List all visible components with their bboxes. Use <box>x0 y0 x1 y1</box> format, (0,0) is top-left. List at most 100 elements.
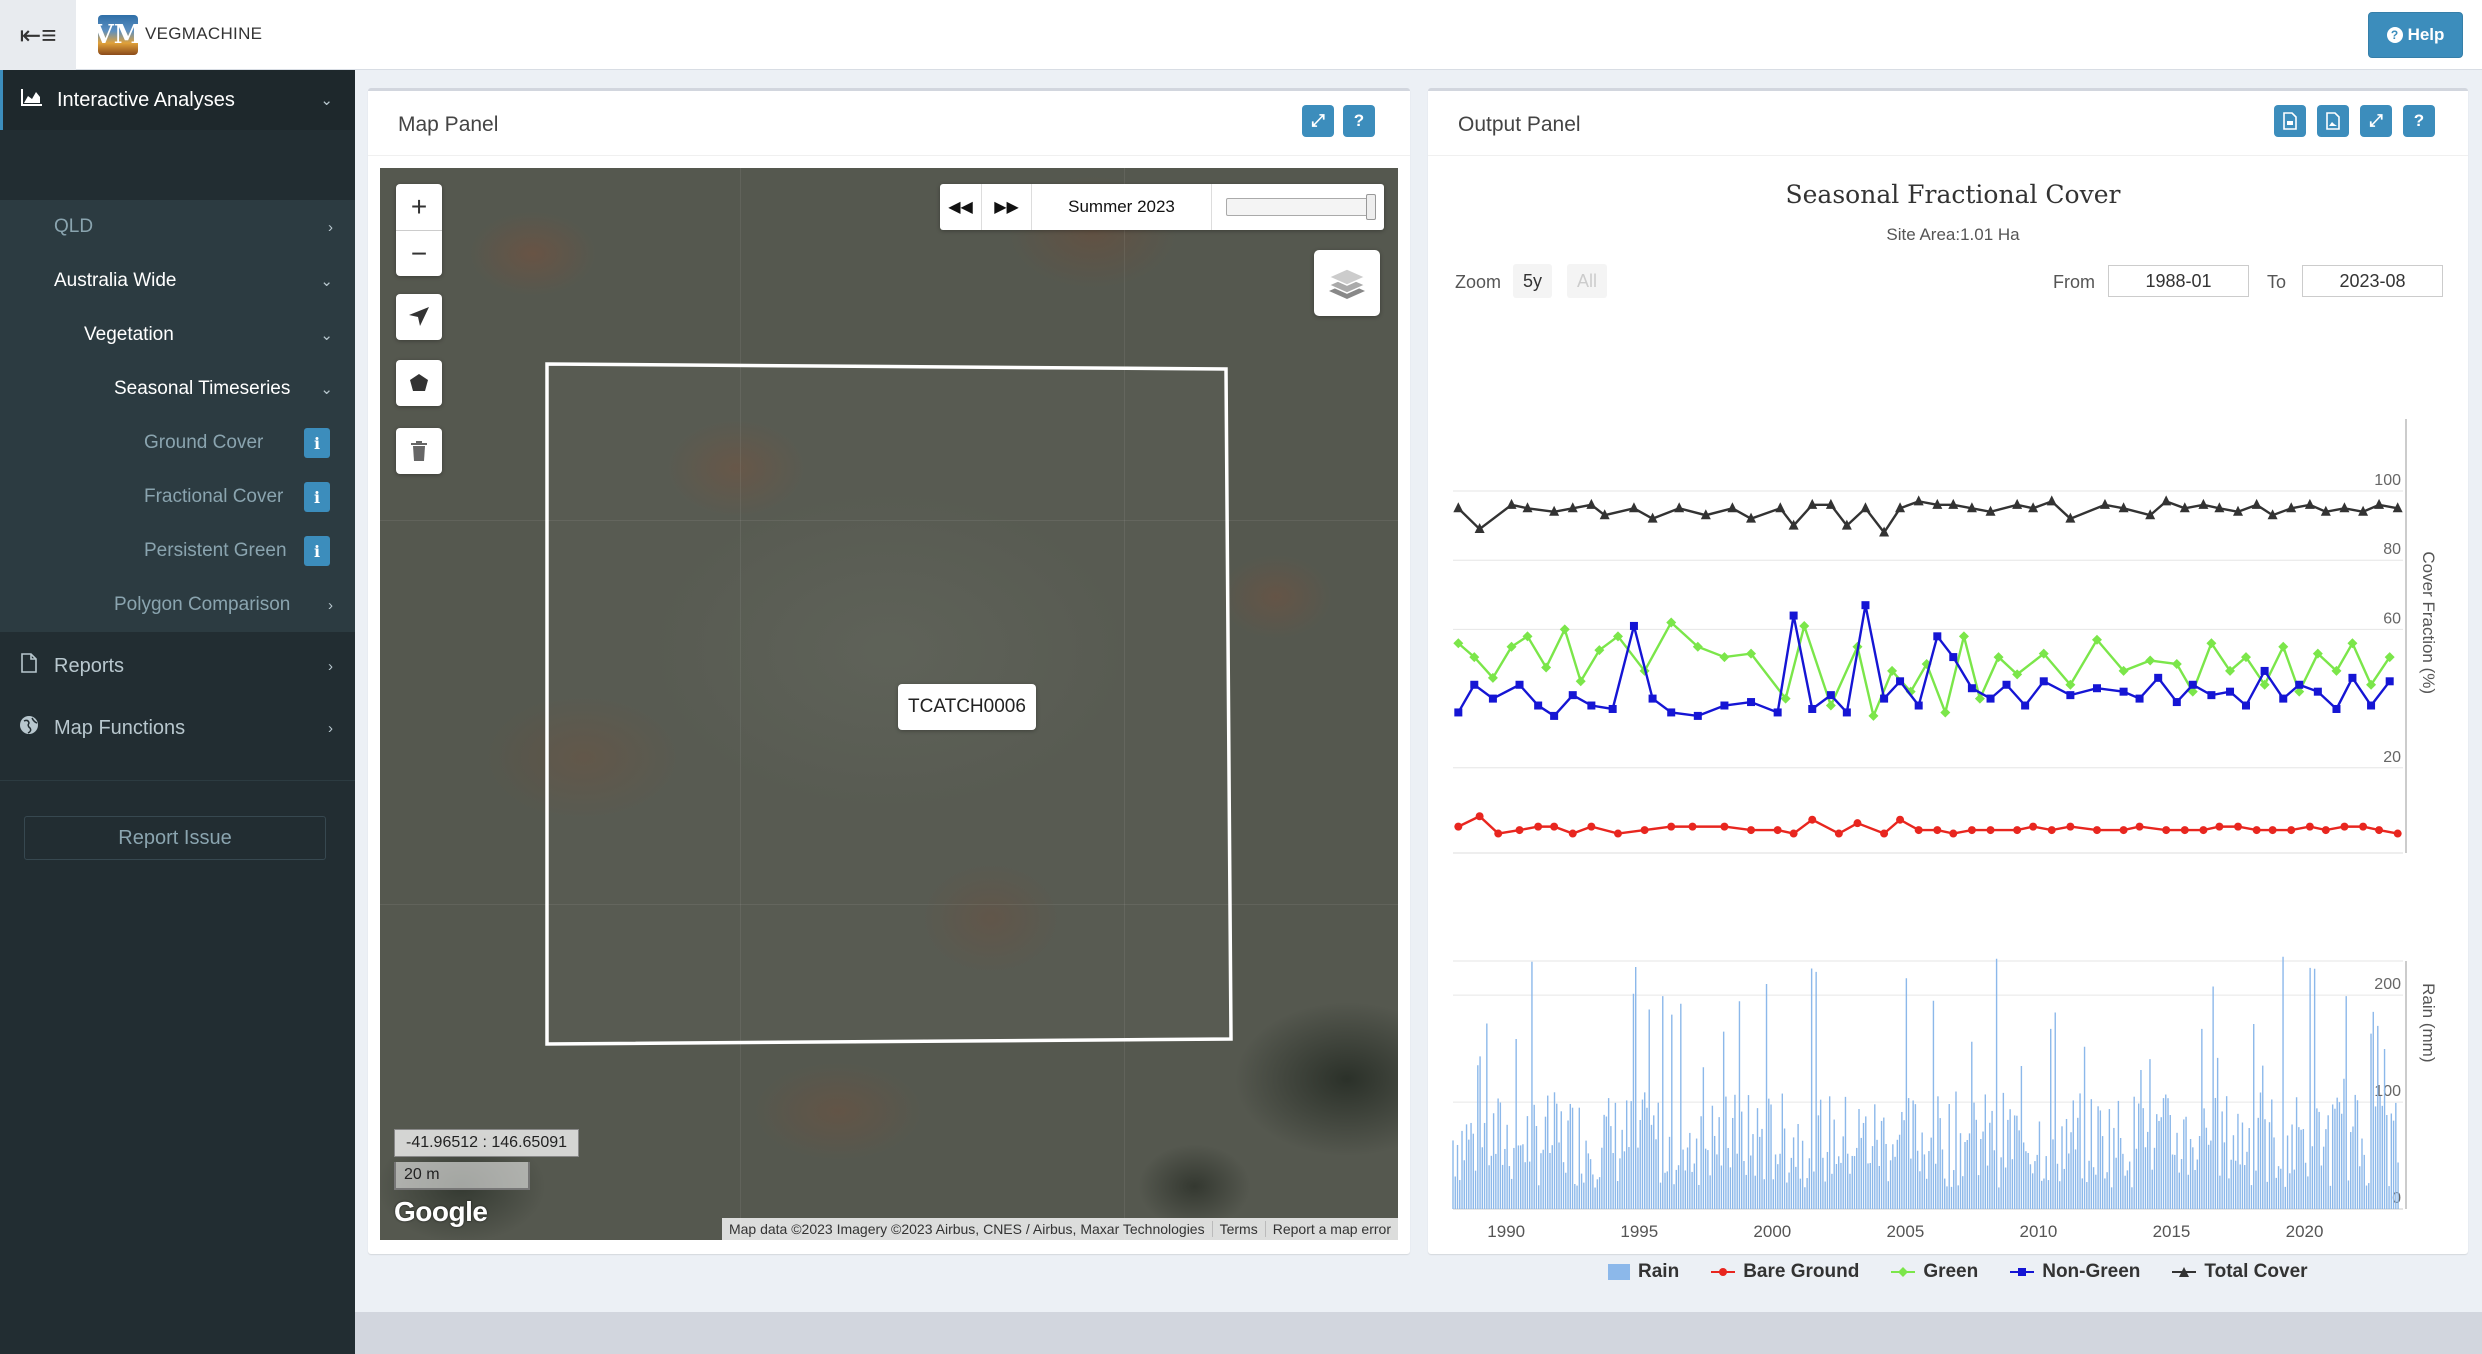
layers-icon[interactable] <box>1314 250 1380 316</box>
bare-ground-point <box>2340 822 2349 831</box>
locate-arrow-icon[interactable] <box>396 294 442 340</box>
green-point <box>1719 652 1730 663</box>
bare-ground-point <box>1853 819 1862 828</box>
help-button[interactable]: ? Help <box>2368 12 2463 58</box>
x-tick-label: 2020 <box>2286 1222 2324 1241</box>
legend-green-swatch <box>1891 1267 1916 1277</box>
chart-legend: Rain Bare Ground Green Non-Green Total C… <box>1608 1261 2308 1283</box>
fractional-cover-chart[interactable]: 206080100Cover Fraction (%)0100200 Rain (… <box>1428 91 2468 1257</box>
total-cover-point <box>2374 498 2385 509</box>
info-icon[interactable]: i <box>304 536 330 566</box>
time-label: Summer 2023 <box>1032 184 1212 230</box>
terms-link[interactable]: Terms <box>1211 1221 1265 1237</box>
attribution-text: Map data ©2023 Imagery ©2023 Airbus, CNE… <box>728 1221 1205 1237</box>
non-green-point <box>1826 691 1835 700</box>
non-green-point <box>2332 704 2341 713</box>
legend-total-swatch <box>2172 1267 2197 1277</box>
legend-label: Rain <box>1638 1261 1680 1282</box>
time-slider-control: ◀◀ ▶▶ Summer 2023 <box>940 184 1384 230</box>
sidebar-toggle-icon[interactable]: ⇤≡ <box>0 0 76 70</box>
sidebar-item-reports[interactable]: Reports › <box>0 636 355 696</box>
sidebar-item-interactive-analyses[interactable]: Interactive Analyses ⌄ <box>0 70 355 130</box>
bare-ground-point <box>1667 822 1676 831</box>
green-point <box>1559 624 1570 635</box>
bare-ground-point <box>1834 829 1843 838</box>
non-green-point <box>2207 691 2216 700</box>
time-slider-thumb[interactable] <box>1366 194 1376 220</box>
polygon-label[interactable]: TCATCH0006 <box>898 684 1036 730</box>
non-green-point <box>2021 701 2030 710</box>
green-point <box>1868 710 1879 721</box>
report-issue-button[interactable]: Report Issue <box>24 816 326 860</box>
x-tick-label: 2015 <box>2153 1222 2191 1241</box>
legend-item-non-green[interactable]: Non-Green <box>2010 1261 2140 1283</box>
bare-ground-point <box>1949 829 1958 838</box>
time-slider[interactable] <box>1226 194 1376 220</box>
sidebar-item-australia-wide[interactable]: Australia Wide ⌄ <box>0 254 355 308</box>
chevron-right-icon: › <box>328 657 333 675</box>
sidebar-item-label: Fractional Cover <box>144 486 284 507</box>
legend-item-total-cover[interactable]: Total Cover <box>2172 1261 2308 1283</box>
draw-polygon-icon[interactable] <box>396 360 442 406</box>
report-map-error-link[interactable]: Report a map error <box>1264 1221 1398 1237</box>
bare-ground-point <box>2162 826 2171 835</box>
brand-name[interactable]: VEGMACHINE <box>145 24 262 44</box>
step-forward-icon[interactable]: ▶▶ <box>982 184 1032 230</box>
non-green-point <box>1608 704 1617 713</box>
non-green-point <box>1842 708 1851 717</box>
file-icon <box>18 653 40 679</box>
map-view[interactable]: + − ◀◀ ▶▶ Summer 2023 TCATCH0006 -41.965… <box>380 168 1398 1240</box>
sidebar-item-polygon-comparison[interactable]: Polygon Comparison › <box>0 578 355 632</box>
legend-item-rain[interactable]: Rain <box>1608 1261 1679 1283</box>
sidebar-divider <box>0 780 355 781</box>
non-green-point <box>1933 632 1942 641</box>
legend-item-bare-ground[interactable]: Bare Ground <box>1711 1261 1859 1283</box>
y-tick-label: 60 <box>2383 610 2401 627</box>
non-green-point <box>1949 653 1958 662</box>
sidebar-item-map-functions[interactable]: Map Functions › <box>0 698 355 758</box>
bare-ground-point <box>1896 815 1905 824</box>
help-icon[interactable]: ? <box>1343 105 1375 137</box>
x-tick-label: 2000 <box>1753 1222 1791 1241</box>
bare-ground-point <box>1967 826 1976 835</box>
green-point <box>2347 638 2358 649</box>
bare-ground-point <box>1454 822 1463 831</box>
step-back-icon[interactable]: ◀◀ <box>940 184 982 230</box>
bare-ground-point <box>2393 829 2402 838</box>
legend-bare-swatch <box>1711 1268 1736 1276</box>
info-icon[interactable]: i <box>304 482 330 512</box>
bare-ground-point <box>2180 826 2189 835</box>
non-green-point <box>2039 677 2048 686</box>
total-cover-point <box>2012 498 2023 509</box>
rain-tick-label: 200 <box>2374 976 2401 993</box>
sidebar-item-seasonal-timeseries[interactable]: Seasonal Timeseries ⌄ <box>0 362 355 416</box>
total-cover-point <box>1674 502 1685 513</box>
legend-item-green[interactable]: Green <box>1891 1261 1978 1283</box>
x-tick-label: 1995 <box>1620 1222 1658 1241</box>
trash-icon[interactable] <box>396 428 442 474</box>
x-tick-label: 1990 <box>1487 1222 1525 1241</box>
legend-rain-swatch <box>1608 1264 1630 1280</box>
bare-ground-point <box>1720 822 1729 831</box>
top-navbar: ⇤≡ VM VEGMACHINE ? Help <box>0 0 2482 70</box>
info-icon[interactable]: i <box>304 428 330 458</box>
sidebar-item-vegetation[interactable]: Vegetation ⌄ <box>0 308 355 362</box>
non-green-point <box>2188 680 2197 689</box>
google-logo: Google <box>394 1196 488 1227</box>
bare-ground-point <box>1880 829 1889 838</box>
sidebar-item-fractional-cover[interactable]: Fractional Cover i <box>0 470 355 524</box>
legend-label: Non-Green <box>2042 1261 2141 1282</box>
non-green-point <box>1914 701 1923 710</box>
zoom-out-button[interactable]: − <box>396 230 442 276</box>
zoom-in-button[interactable]: + <box>396 184 442 230</box>
expand-icon[interactable]: ⤢ <box>1302 105 1334 137</box>
legend-label: Green <box>1923 1261 1979 1282</box>
total-cover-point <box>2251 498 2262 509</box>
vegmachine-logo[interactable]: VM <box>94 15 142 55</box>
legend-label: Total Cover <box>2204 1261 2308 1282</box>
sidebar-item-label: QLD <box>54 216 94 237</box>
site-polygon[interactable] <box>380 168 1398 1240</box>
sidebar-item-qld[interactable]: QLD › <box>0 200 355 254</box>
sidebar-item-persistent-green[interactable]: Persistent Green i <box>0 524 355 578</box>
sidebar-item-ground-cover[interactable]: Ground Cover i <box>0 416 355 470</box>
